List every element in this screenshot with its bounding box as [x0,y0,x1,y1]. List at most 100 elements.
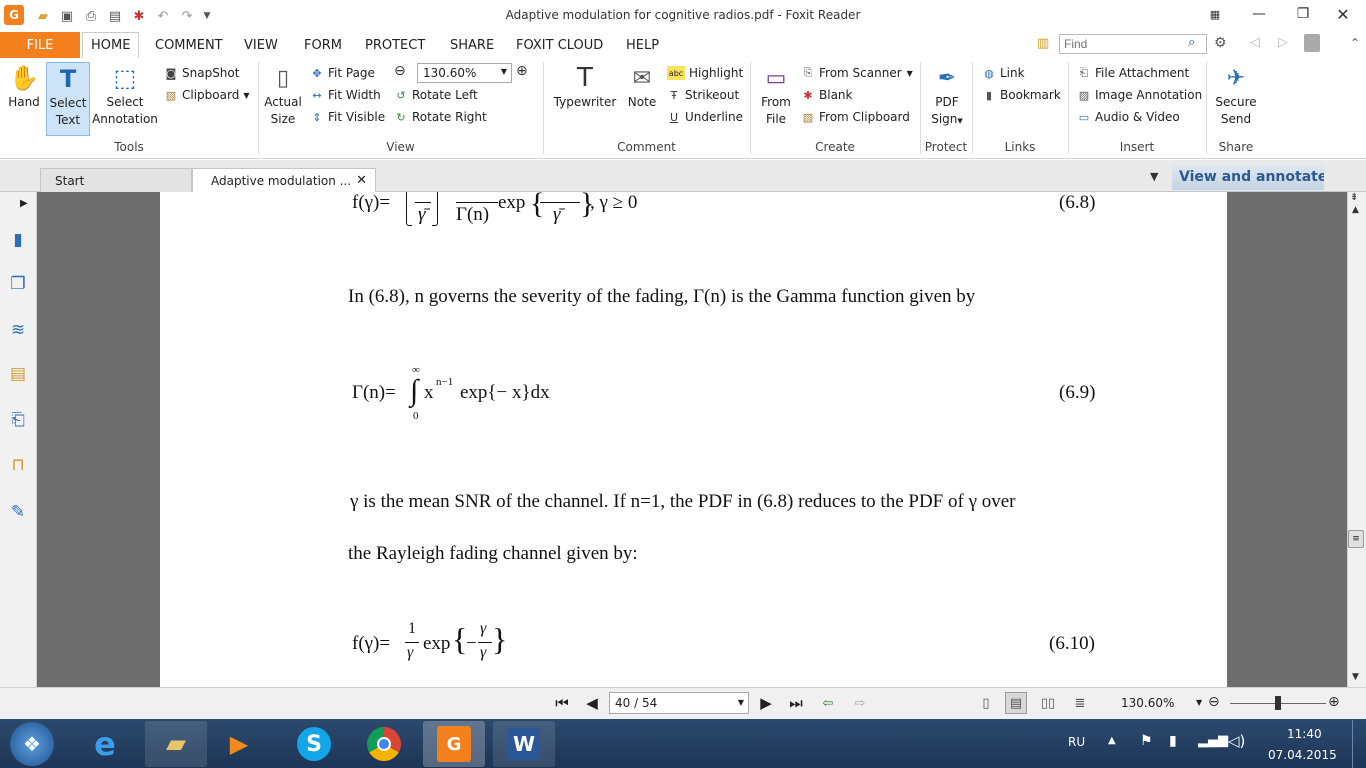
network-signal-icon[interactable]: ▂▄▆ [1198,733,1228,748]
audio-video-button[interactable]: ▭ Audio & Video [1077,107,1180,127]
fit-width-button[interactable]: ↔ Fit Width [310,85,380,105]
scroll-thumb[interactable]: ≡ [1348,530,1364,548]
media-player-icon[interactable]: ▶ [208,721,270,767]
next-page-icon[interactable]: ▶ [755,692,777,714]
secure-send-button[interactable]: ✈ Secure Send [1212,62,1260,128]
tab-form[interactable]: FORM [304,32,342,58]
chrome-icon[interactable] [353,721,415,767]
image-annotation-button[interactable]: ▨ Image Annotation [1077,85,1202,105]
tab-foxit-cloud[interactable]: FOXIT CLOUD [516,32,603,58]
first-page-icon[interactable]: ⏮ [551,692,573,714]
expand-panel-icon[interactable]: ▶ [20,198,28,209]
scroll-up-icon[interactable]: ▲ [1352,205,1359,215]
layers-panel-icon[interactable]: ≋ [6,318,30,342]
single-page-icon[interactable]: ▯ [975,692,997,714]
volume-icon[interactable]: ◁) [1228,732,1245,750]
file-attachment-button[interactable]: ⎗ File Attachment [1077,63,1190,83]
windows-start-button[interactable]: ❖ [10,722,54,766]
tab-home[interactable]: HOME [82,32,140,58]
link-button[interactable]: ◍ Link [982,63,1024,83]
close-button[interactable]: ✕ [1320,2,1366,26]
ribbon-display-icon[interactable]: ▦ [1192,2,1238,26]
skype-icon[interactable]: S [283,721,345,767]
find-input[interactable] [1059,34,1207,54]
note-button[interactable]: ✉ Note [622,62,662,111]
search-icon[interactable]: ⌕ [1188,35,1195,50]
previous-result-icon[interactable]: ◁ [1250,35,1260,50]
previous-page-icon[interactable]: ◀ [581,692,603,714]
search-folder-icon[interactable]: ▥ [1037,36,1049,51]
collapse-ribbon-icon[interactable]: ⌃ [1350,36,1360,50]
tab-view[interactable]: VIEW [244,32,278,58]
internet-explorer-icon[interactable]: e [74,721,136,767]
previous-view-icon[interactable]: ⇦ [817,692,839,714]
bookmark-button[interactable]: ▮ Bookmark [982,85,1061,105]
zoom-out-icon[interactable]: ⊖ [394,63,406,79]
from-clipboard-button[interactable]: ▧ From Clipboard [801,107,910,127]
actual-size-button[interactable]: ▯ Actual Size [262,62,304,128]
language-indicator[interactable]: RU [1068,735,1085,749]
tab-start[interactable]: Start [40,168,192,192]
facing-page-icon[interactable]: ▯▯ [1037,692,1059,714]
continuous-page-icon[interactable]: ▤ [1005,692,1027,714]
highlight-button[interactable]: abc Highlight [667,63,743,83]
foxit-reader-icon[interactable]: G [423,721,485,767]
show-desktop-button[interactable] [1352,720,1366,768]
zoom-chevron-down-icon[interactable]: ▼ [1196,698,1202,707]
pdf-sign-button[interactable]: ✒ PDF Sign▼ [924,62,970,130]
file-menu[interactable]: FILE [0,32,80,58]
comments-panel-icon[interactable]: ▤ [6,362,30,386]
zoom-out-icon[interactable]: ⊖ [1208,694,1220,710]
bookmarks-panel-icon[interactable]: ▮ [6,228,30,252]
show-hidden-icons[interactable]: ▲ [1108,735,1116,746]
blank-button[interactable]: ✱ Blank [801,85,852,105]
next-result-icon[interactable]: ▷ [1278,35,1288,50]
page-number-input[interactable]: 40 / 54 ▼ [609,692,749,714]
pages-panel-icon[interactable]: ❐ [6,272,30,296]
zoom-in-icon[interactable]: ⊕ [1328,694,1340,710]
snapshot-button[interactable]: ◙ SnapShot [164,63,240,83]
select-annotation-button[interactable]: ⬚ Select Annotation [92,62,158,128]
zoom-in-icon[interactable]: ⊕ [516,63,528,79]
tab-share[interactable]: SHARE [450,32,494,58]
underline-button[interactable]: U Underline [667,107,743,127]
tab-comment[interactable]: COMMENT [155,32,223,58]
last-page-icon[interactable]: ⏭ [785,692,807,714]
scroll-down-icon[interactable]: ▼ [1352,672,1359,682]
tab-list-chevron-icon[interactable]: ▼ [1150,170,1158,183]
rotate-left-button[interactable]: ↺ Rotate Left [394,85,477,105]
settings-gear-icon[interactable]: ⚙ [1214,35,1227,51]
from-scanner-button[interactable]: ⎘ From Scanner ▼ [801,63,913,83]
security-lock-icon[interactable]: ⊓ [6,453,30,477]
vertical-scrollbar[interactable] [1347,192,1366,687]
split-handle-icon[interactable]: ⇟ [1350,192,1358,203]
usb-device-icon[interactable]: ▮ [1169,733,1177,749]
continuous-facing-icon[interactable]: ≣ [1069,692,1091,714]
typewriter-button[interactable]: T Typewriter [550,62,620,111]
action-center-flag-icon[interactable]: ⚑ [1140,733,1153,749]
file-explorer-icon[interactable]: ▰ [145,721,207,767]
clipboard-button[interactable]: ▧ Clipboard ▼ [164,85,250,105]
select-text-button[interactable]: T Select Text [46,62,90,136]
from-file-button[interactable]: ▭ From File [756,62,796,128]
tab-help[interactable]: HELP [626,32,659,58]
user-account-icon[interactable] [1304,34,1320,52]
clock-time[interactable]: 11:40 [1287,727,1322,741]
minimize-button[interactable]: — [1236,2,1282,26]
tab-document[interactable]: Adaptive modulation ... ✕ [192,168,376,192]
tab-protect[interactable]: PROTECT [365,32,425,58]
clock-date[interactable]: 07.04.2015 [1268,748,1337,762]
attachments-panel-icon[interactable]: ⎗ [6,408,30,432]
fit-visible-button[interactable]: ⇕ Fit Visible [310,107,385,127]
word-icon[interactable]: W [493,721,555,767]
hand-tool-button[interactable]: ✋ Hand [6,62,42,111]
pdf-page[interactable]: f(γ)= γ̄ Γ(n) exp { γ̄ } , γ ≥ 0 (6.8) I… [160,192,1227,687]
fit-page-button[interactable]: ✥ Fit Page [310,63,375,83]
next-view-icon[interactable]: ⇨ [849,692,871,714]
zoom-select[interactable]: 130.60% ▼ [417,63,512,83]
zoom-slider-thumb[interactable] [1275,696,1281,710]
close-tab-icon[interactable]: ✕ [356,173,367,188]
rotate-right-button[interactable]: ↻ Rotate Right [394,107,486,127]
zoom-level[interactable]: 130.60% [1121,696,1174,710]
signatures-panel-icon[interactable]: ✎ [6,500,30,524]
